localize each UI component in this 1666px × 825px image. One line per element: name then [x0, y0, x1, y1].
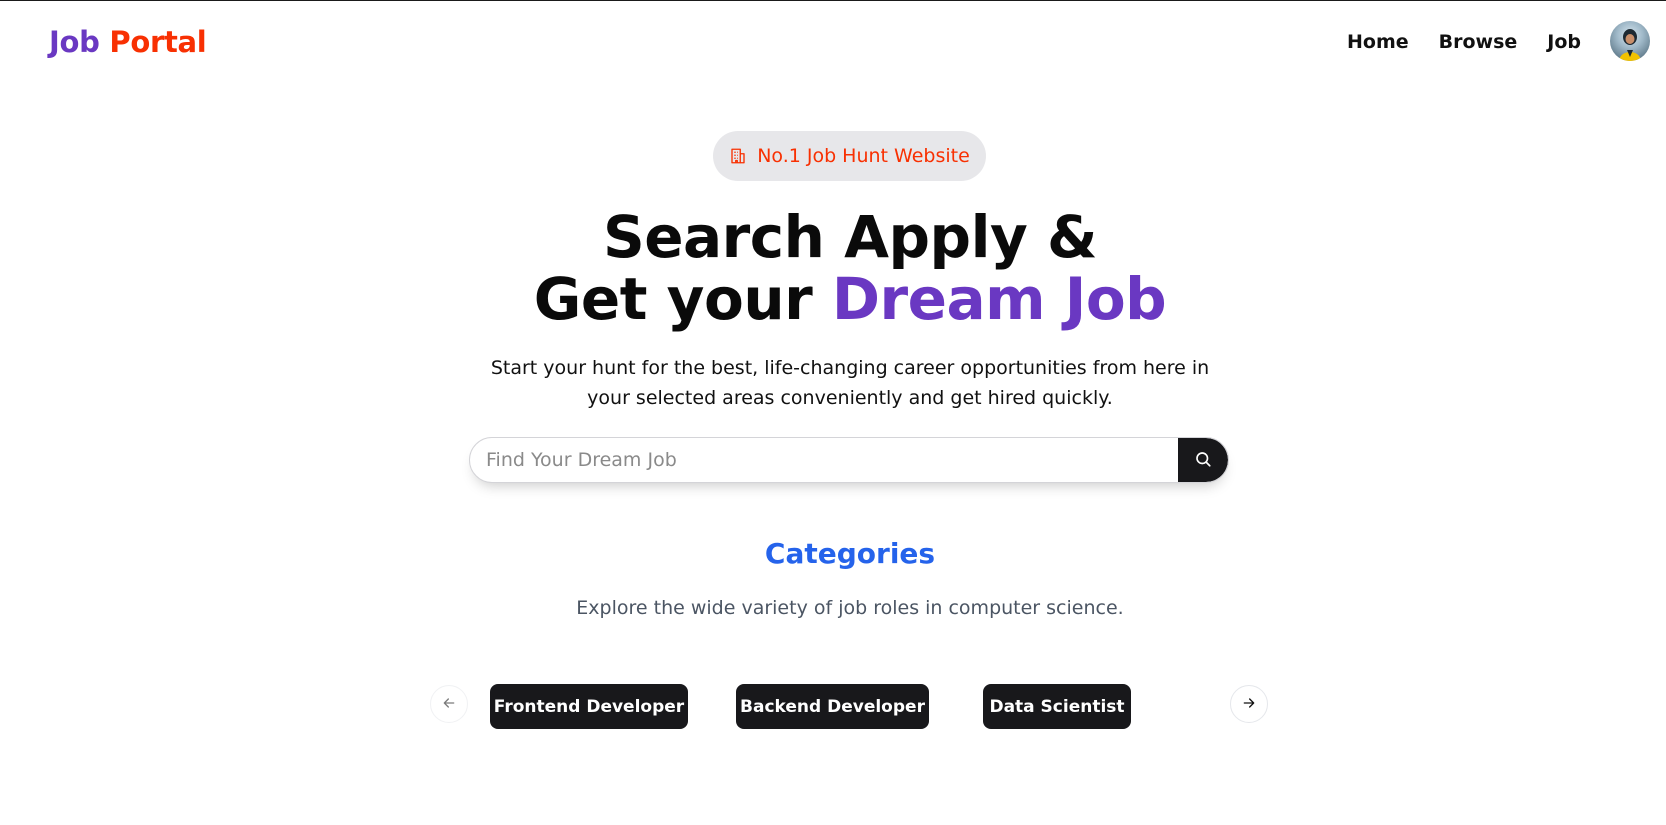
logo-job: Job — [49, 25, 100, 59]
building-icon — [729, 147, 747, 165]
search-input[interactable] — [470, 438, 1178, 482]
category-data-scientist[interactable]: Data Scientist — [983, 684, 1131, 729]
category-frontend-developer[interactable]: Frontend Developer — [490, 684, 688, 729]
arrow-left-icon — [441, 695, 457, 714]
user-avatar[interactable] — [1610, 21, 1650, 61]
navbar: Job Portal Home Browse Job — [0, 1, 1666, 85]
hero-badge: No.1 Job Hunt Website — [713, 131, 986, 181]
hero-subtext: Start your hunt for the best, life-chang… — [490, 357, 1210, 409]
carousel-next-button[interactable] — [1230, 685, 1268, 723]
logo[interactable]: Job Portal — [49, 25, 207, 59]
carousel-prev-button[interactable] — [430, 685, 468, 723]
headline-line2-prefix: Get your — [533, 265, 832, 333]
nav-links: Home Browse Job — [1347, 31, 1581, 53]
nav-link-browse[interactable]: Browse — [1439, 31, 1518, 53]
nav-link-home[interactable]: Home — [1347, 31, 1409, 53]
logo-portal: Portal — [109, 25, 207, 59]
nav-link-job[interactable]: Job — [1547, 31, 1581, 53]
search-button[interactable] — [1178, 438, 1228, 482]
headline-accent: Dream Job — [831, 265, 1167, 333]
arrow-right-icon — [1241, 695, 1257, 714]
search-icon — [1194, 450, 1212, 471]
search-bar — [469, 437, 1229, 483]
badge-text: No.1 Job Hunt Website — [757, 145, 970, 167]
categories-subtitle: Explore the wide variety of job roles in… — [576, 597, 1124, 619]
hero-headline: Search Apply & Get your Dream Job — [0, 206, 1666, 330]
headline-line1: Search Apply & — [602, 203, 1098, 271]
avatar-image — [1619, 29, 1641, 61]
category-backend-developer[interactable]: Backend Developer — [736, 684, 929, 729]
categories-title: Categories — [764, 537, 936, 570]
